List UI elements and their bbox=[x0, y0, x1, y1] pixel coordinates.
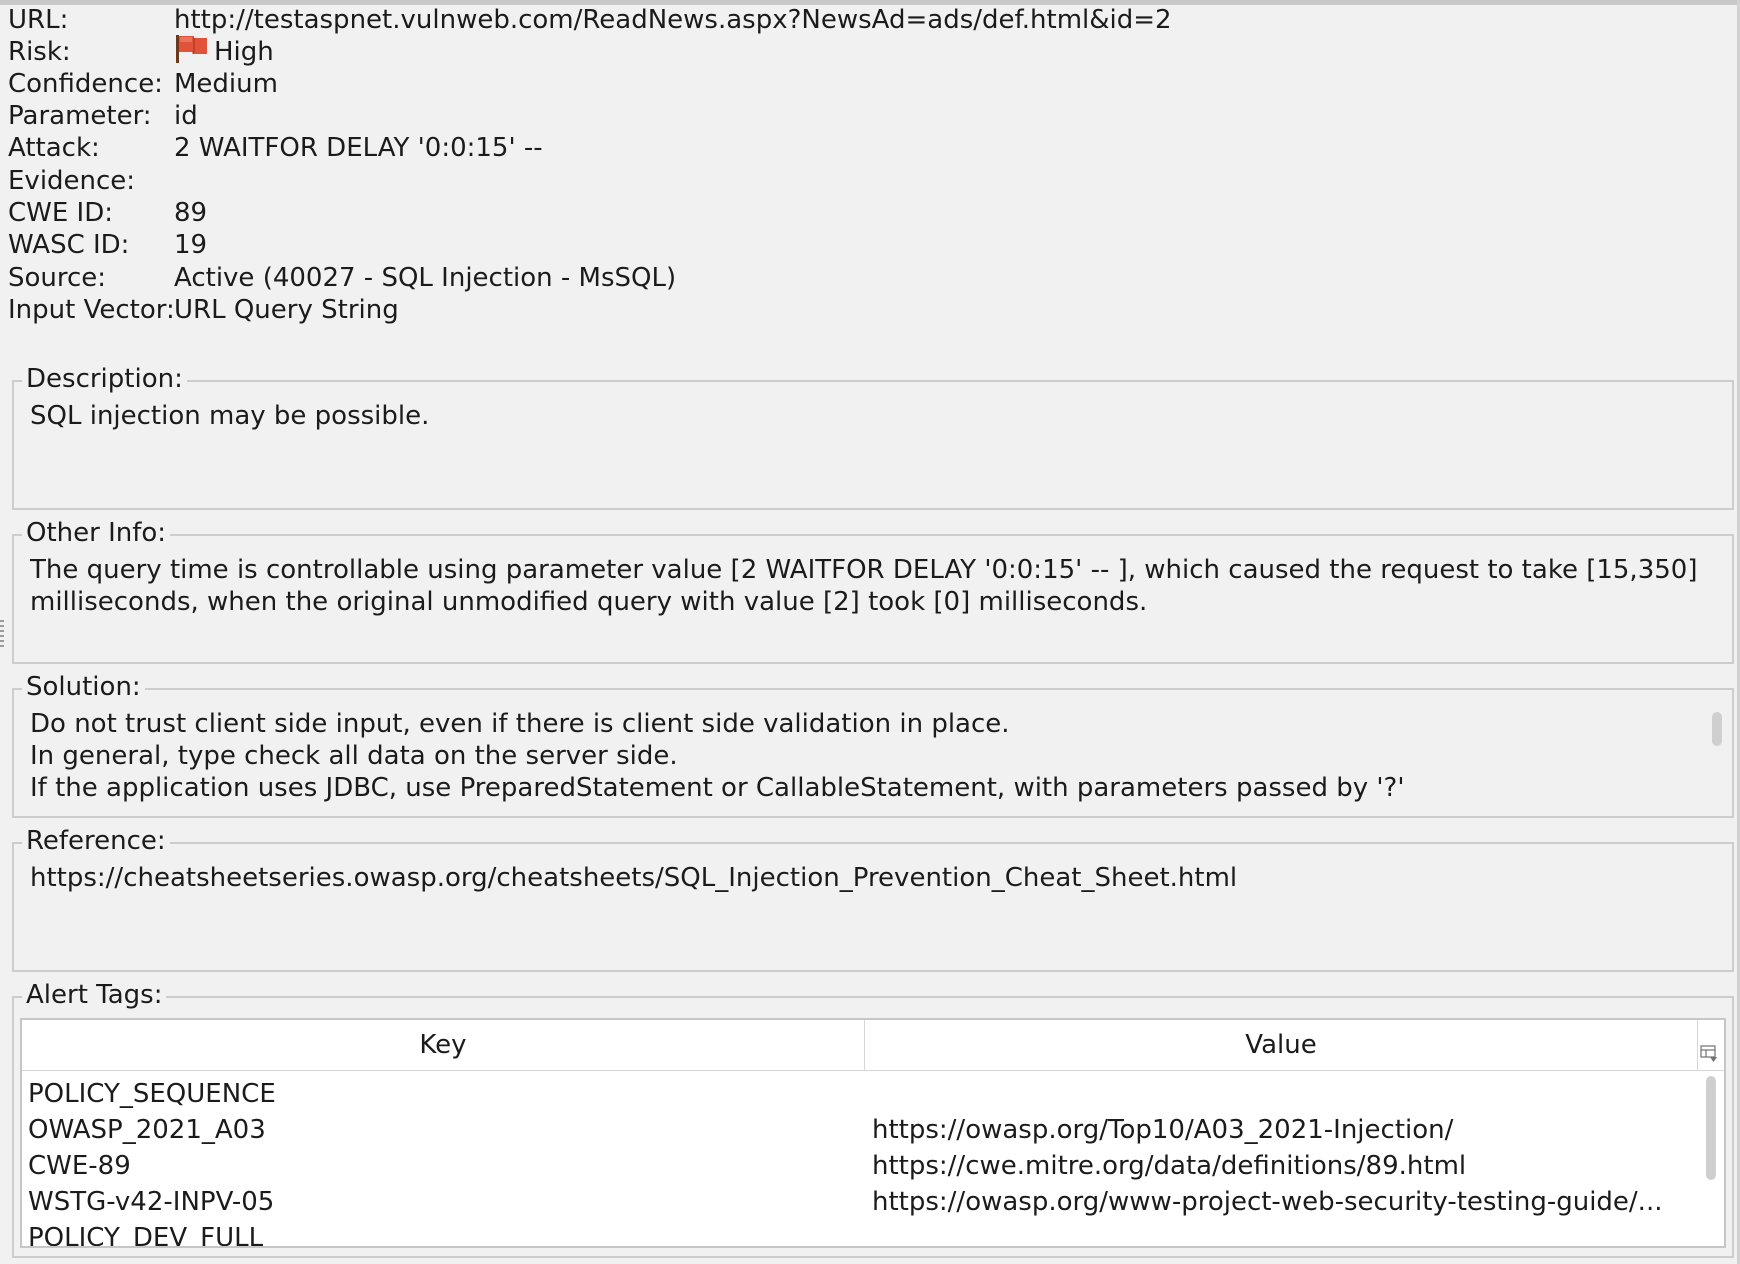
reference-line: https://cheatsheetseries.owasp.org/cheat… bbox=[30, 863, 1238, 893]
column-header-key[interactable]: Key bbox=[22, 1020, 865, 1070]
tag-key: POLICY_SEQUENCE bbox=[28, 1079, 276, 1109]
reference-panel: Reference: https://cheatsheetseries.owas… bbox=[12, 824, 1734, 972]
field-label: Input Vector: bbox=[8, 295, 175, 325]
solution-panel: Solution: Do not trust client side input… bbox=[12, 670, 1734, 818]
solution-title: Solution: bbox=[22, 670, 145, 704]
tag-key: WSTG-v42-INPV-05 bbox=[28, 1187, 275, 1217]
url-value[interactable]: http://testaspnet.vulnweb.com/ReadNews.a… bbox=[174, 2, 1172, 38]
table-header: Key Value bbox=[22, 1020, 1724, 1071]
description-panel: Description: SQL injection may be possib… bbox=[12, 362, 1734, 510]
tag-key: OWASP_2021_A03 bbox=[28, 1115, 266, 1145]
tag-value: https://owasp.org/www-project-web-securi… bbox=[872, 1187, 1663, 1217]
column-control-icon[interactable] bbox=[1700, 1030, 1718, 1062]
split-pane-grip[interactable] bbox=[0, 620, 4, 650]
table-row[interactable]: POLICY_DEV_FULL bbox=[22, 1220, 1692, 1248]
cwe-id-value: 89 bbox=[174, 198, 208, 228]
solution-text[interactable]: Do not trust client side input, even if … bbox=[30, 708, 1702, 804]
other-info-panel: Other Info: The query time is controllab… bbox=[12, 516, 1734, 664]
alert-tags-table: Key Value POLICY_SEQUENCE OWASP_2021_A03… bbox=[20, 1018, 1726, 1248]
table-row[interactable]: OWASP_2021_A03 https://owasp.org/Top10/A… bbox=[22, 1112, 1692, 1148]
field-label: Attack: bbox=[8, 133, 100, 163]
alert-tags-title: Alert Tags: bbox=[22, 978, 167, 1012]
alert-tags-panel: Alert Tags: Key Value POLICY_SEQUENCE OW… bbox=[12, 978, 1734, 1258]
field-label: Evidence: bbox=[8, 166, 136, 196]
field-label: Source: bbox=[8, 263, 107, 293]
table-row[interactable]: POLICY_SEQUENCE bbox=[22, 1076, 1692, 1112]
table-row[interactable]: WSTG-v42-INPV-05 https://owasp.org/www-p… bbox=[22, 1184, 1692, 1220]
tag-key: POLICY_DEV_FULL bbox=[28, 1223, 264, 1248]
wasc-id-value: 19 bbox=[174, 230, 208, 260]
flag-icon bbox=[174, 34, 210, 64]
solution-scrollbar[interactable] bbox=[1712, 712, 1722, 746]
field-label: Risk: bbox=[8, 37, 71, 67]
field-label: Confidence: bbox=[8, 69, 163, 99]
solution-line: If the application uses JDBC, use Prepar… bbox=[30, 773, 1405, 803]
field-label: CWE ID: bbox=[8, 198, 114, 228]
reference-title: Reference: bbox=[22, 824, 170, 858]
tag-value: https://owasp.org/Top10/A03_2021-Injecti… bbox=[872, 1115, 1454, 1145]
table-scrollbar-thumb[interactable] bbox=[1706, 1076, 1716, 1180]
description-line: SQL injection may be possible. bbox=[30, 401, 430, 431]
table-scrollbar[interactable] bbox=[1702, 1072, 1720, 1244]
attack-value: 2 WAITFOR DELAY '0:0:15' -- bbox=[174, 133, 543, 163]
column-header-value[interactable]: Value bbox=[865, 1020, 1698, 1070]
tag-value: https://cwe.mitre.org/data/definitions/8… bbox=[872, 1151, 1467, 1181]
other-info-text[interactable]: The query time is controllable using par… bbox=[30, 554, 1702, 618]
field-label: Parameter: bbox=[8, 101, 152, 131]
confidence-value: Medium bbox=[174, 69, 278, 99]
field-label: WASC ID: bbox=[8, 230, 130, 260]
other-info-title: Other Info: bbox=[22, 516, 171, 550]
source-value: Active (40027 - SQL Injection - MsSQL) bbox=[174, 263, 677, 293]
risk-value: High bbox=[214, 37, 274, 67]
parameter-value: id bbox=[174, 101, 198, 131]
solution-line: Do not trust client side input, even if … bbox=[30, 709, 1010, 739]
risk-value-wrap: High bbox=[174, 34, 274, 70]
description-text[interactable]: SQL injection may be possible. bbox=[30, 400, 1702, 432]
other-info-line: milliseconds, when the original unmodifi… bbox=[30, 587, 1148, 617]
other-info-line: The query time is controllable using par… bbox=[30, 555, 1698, 585]
tag-key: CWE-89 bbox=[28, 1151, 131, 1181]
description-title: Description: bbox=[22, 362, 187, 396]
reference-text[interactable]: https://cheatsheetseries.owasp.org/cheat… bbox=[30, 862, 1702, 894]
input-vector-value: URL Query String bbox=[174, 295, 399, 325]
table-row[interactable]: CWE-89 https://cwe.mitre.org/data/defini… bbox=[22, 1148, 1692, 1184]
solution-line: In general, type check all data on the s… bbox=[30, 741, 678, 771]
field-label: URL: bbox=[8, 5, 69, 35]
